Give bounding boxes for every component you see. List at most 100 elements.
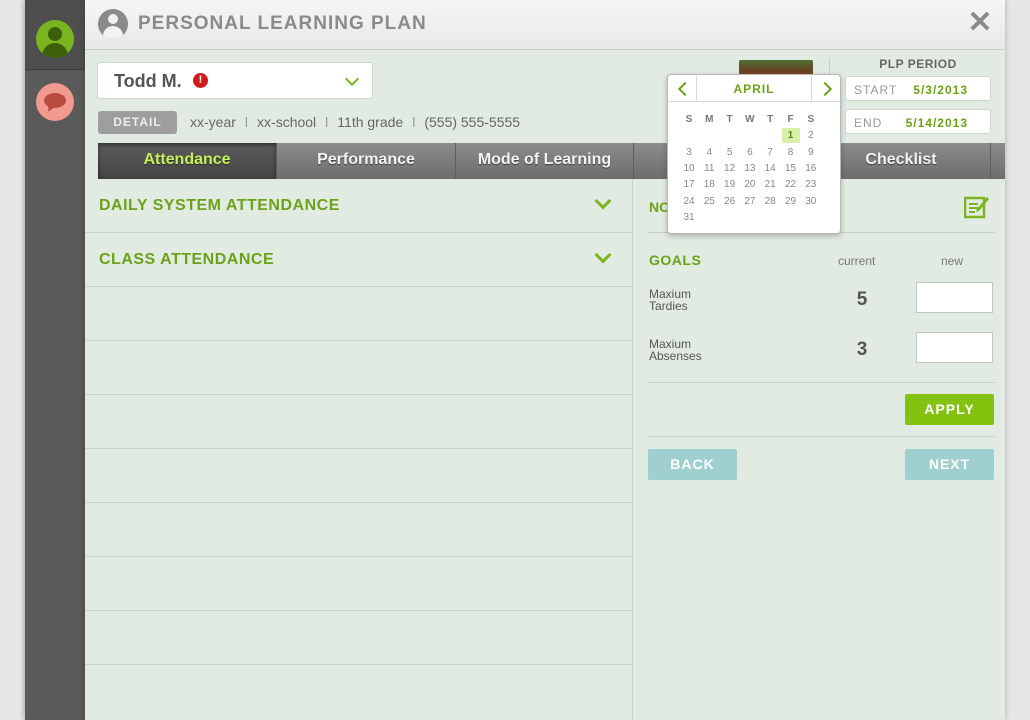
student-name: Todd M. <box>114 71 182 91</box>
separator: l <box>412 114 416 130</box>
column-new: new <box>941 254 964 268</box>
chevron-down-icon <box>344 71 360 87</box>
empty-row <box>85 395 633 449</box>
main-panel: PERSONAL LEARNING PLAN ✕ Todd M. ! DETAI… <box>85 0 1005 720</box>
tab-attendance[interactable]: Attendance <box>98 143 277 179</box>
calendar-day[interactable]: 25 <box>700 194 718 209</box>
calendar-day[interactable]: 11 <box>700 161 718 176</box>
calendar-day[interactable]: 13 <box>741 161 759 176</box>
chevron-down-icon <box>594 246 612 264</box>
tab-bar: Attendance Performance Mode of Learning … <box>98 143 1005 179</box>
goal-new-absences-input[interactable] <box>916 332 993 363</box>
end-date-value: 5/14/2013 <box>905 116 968 130</box>
goal-current-tardies: 5 <box>856 289 868 310</box>
calendar-day[interactable]: 18 <box>700 177 718 192</box>
student-school: xx-school <box>257 114 317 130</box>
chevron-right-icon[interactable] <box>811 75 840 102</box>
title-bar: PERSONAL LEARNING PLAN ✕ <box>85 0 1005 50</box>
calendar-day[interactable]: 22 <box>782 177 800 192</box>
date-picker-popup: APRIL S M T W T F S 1 2 3 4 5 6 7 8 9 10 11 12 13 14 15 16 17 18… <box>667 74 841 234</box>
rail-profile-area <box>25 0 85 70</box>
plp-period-label: PLP PERIOD <box>879 57 957 71</box>
empty-row <box>85 557 633 611</box>
next-button[interactable]: NEXT <box>905 449 994 480</box>
goals-label: GOALS <box>649 252 702 268</box>
empty-row <box>85 503 633 557</box>
calendar-day[interactable]: 17 <box>680 177 698 192</box>
calendar-weekday: S <box>685 114 693 125</box>
separator: l <box>244 114 249 130</box>
end-date-field[interactable]: END 5/14/2013 <box>845 109 991 134</box>
calendar-day[interactable]: 6 <box>741 145 759 160</box>
calendar-day[interactable]: 4 <box>700 145 718 160</box>
calendar-weekday: F <box>787 114 794 125</box>
calendar-day[interactable]: 3 <box>680 145 698 160</box>
calendar-day[interactable]: 9 <box>802 145 820 160</box>
calendar-day[interactable]: 28 <box>761 194 779 209</box>
start-date-value: 5/3/2013 <box>913 83 968 97</box>
chat-icon[interactable] <box>36 83 74 121</box>
side-rail <box>25 0 85 720</box>
empty-row <box>85 449 633 503</box>
student-info: xx-year l xx-school l 11th grade l (555) 555-5… <box>190 114 520 130</box>
chevron-down-icon <box>594 192 612 210</box>
section-title: CLASS ATTENDANCE <box>99 251 275 268</box>
back-button[interactable]: BACK <box>648 449 737 480</box>
goal-name-tardies: Maxium Tardies <box>649 287 692 313</box>
chevron-left-icon[interactable] <box>668 75 697 102</box>
calendar-day[interactable]: 1 <box>781 128 800 144</box>
calendar-day[interactable]: 26 <box>721 194 739 209</box>
user-avatar-icon[interactable] <box>36 20 74 58</box>
goal-name-absences: Maxium Absenses <box>649 337 702 363</box>
calendar-day[interactable]: 21 <box>761 177 779 192</box>
calendar-day[interactable]: 16 <box>802 161 820 176</box>
goal-new-tardies-input[interactable] <box>916 282 993 313</box>
start-date-label: START <box>854 83 898 97</box>
close-icon[interactable]: ✕ <box>966 8 994 38</box>
calendar-weekday: S <box>807 114 815 125</box>
empty-row <box>85 287 633 341</box>
section-class-attendance[interactable]: CLASS ATTENDANCE <box>85 233 633 287</box>
student-year: xx-year <box>190 114 236 130</box>
calendar-day[interactable]: 31 <box>680 210 698 225</box>
calendar-day[interactable]: 19 <box>721 177 739 192</box>
page-title: PERSONAL LEARNING PLAN <box>138 13 427 34</box>
calendar-day[interactable]: 5 <box>721 145 739 160</box>
tab-performance[interactable]: Performance <box>277 143 456 179</box>
empty-row <box>85 611 633 665</box>
calendar-weekday: T <box>726 114 733 125</box>
divider <box>647 382 995 383</box>
tab-mode-of-learning[interactable]: Mode of Learning <box>456 143 634 179</box>
student-phone: (555) 555-5555 <box>424 114 521 130</box>
goal-current-absences: 3 <box>856 339 868 360</box>
calendar-day[interactable]: 8 <box>782 145 800 160</box>
apply-button[interactable]: APPLY <box>905 394 994 425</box>
alert-icon: ! <box>193 73 208 88</box>
calendar-month: APRIL <box>733 82 775 96</box>
calendar-day[interactable]: 12 <box>721 161 739 176</box>
start-date-field[interactable]: START 5/3/2013 <box>845 76 991 101</box>
calendar-header: APRIL <box>668 75 840 102</box>
empty-row <box>85 341 633 395</box>
column-current: current <box>838 254 876 268</box>
calendar-day[interactable]: 7 <box>761 145 779 160</box>
calendar-day[interactable]: 10 <box>680 161 698 176</box>
calendar-day[interactable]: 24 <box>680 194 698 209</box>
calendar-day[interactable]: 27 <box>741 194 759 209</box>
calendar-day[interactable]: 29 <box>782 194 800 209</box>
end-date-label: END <box>854 116 883 130</box>
section-daily-system-attendance[interactable]: DAILY SYSTEM ATTENDANCE <box>85 179 633 233</box>
detail-button[interactable]: DETAIL <box>98 111 177 134</box>
calendar-weekday: M <box>705 114 714 125</box>
calendar-day[interactable]: 15 <box>782 161 800 176</box>
edit-note-icon[interactable] <box>964 193 990 219</box>
calendar-day[interactable]: 30 <box>802 194 820 209</box>
calendar-day[interactable]: 2 <box>802 128 820 143</box>
calendar-day[interactable]: 20 <box>741 177 759 192</box>
calendar-weekday: T <box>767 114 774 125</box>
student-selector[interactable]: Todd M. ! <box>97 62 373 99</box>
calendar-day[interactable]: 14 <box>761 161 779 176</box>
student-grade: 11th grade <box>337 114 404 130</box>
calendar-day[interactable]: 23 <box>802 177 820 192</box>
attendance-list: DAILY SYSTEM ATTENDANCE CLASS ATTENDANCE <box>85 179 633 720</box>
